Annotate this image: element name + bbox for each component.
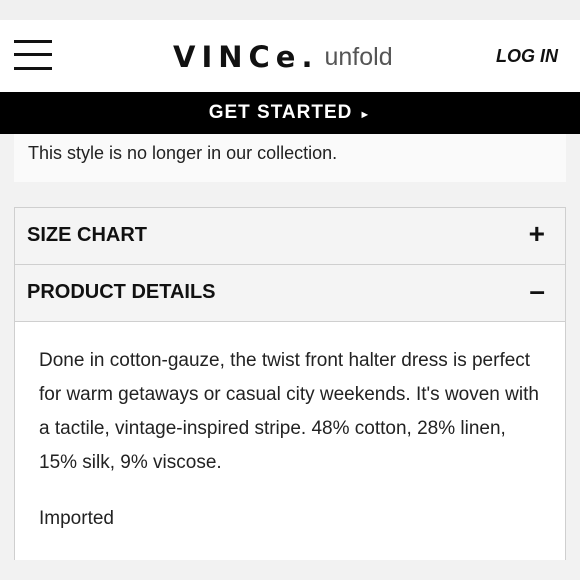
size-chart-label: SIZE CHART bbox=[27, 224, 147, 246]
play-arrow-icon: ► bbox=[359, 109, 372, 121]
get-started-label: GET STARTED bbox=[208, 102, 353, 123]
menu-icon[interactable] bbox=[14, 40, 52, 70]
menu-icon-bar bbox=[14, 67, 52, 70]
menu-icon-bar bbox=[14, 40, 52, 43]
site-header: VINCe. unfold LOG IN bbox=[0, 20, 580, 92]
bottom-band bbox=[0, 560, 580, 580]
menu-icon-bar bbox=[14, 53, 52, 56]
get-started-banner[interactable]: GET STARTED ► bbox=[0, 92, 580, 134]
product-description: Done in cotton-gauze, the twist front ha… bbox=[39, 350, 539, 473]
logo-wordmark: VINCe. bbox=[173, 40, 319, 74]
brand-logo[interactable]: VINCe. unfold bbox=[173, 40, 393, 74]
login-link[interactable]: LOG IN bbox=[496, 46, 558, 67]
minus-icon: – bbox=[529, 275, 545, 306]
product-details-label: PRODUCT DETAILS bbox=[27, 281, 216, 303]
product-details-toggle[interactable]: PRODUCT DETAILS – bbox=[14, 264, 566, 322]
discontinued-notice: This style is no longer in our collectio… bbox=[14, 134, 566, 182]
origin-text: Imported bbox=[39, 508, 114, 529]
top-band bbox=[0, 0, 580, 20]
product-details-panel: Done in cotton-gauze, the twist front ha… bbox=[14, 322, 566, 572]
plus-icon: + bbox=[528, 218, 545, 249]
logo-subtitle: unfold bbox=[324, 43, 393, 71]
notice-text: This style is no longer in our collectio… bbox=[28, 143, 338, 163]
size-chart-toggle[interactable]: SIZE CHART + bbox=[14, 207, 566, 265]
